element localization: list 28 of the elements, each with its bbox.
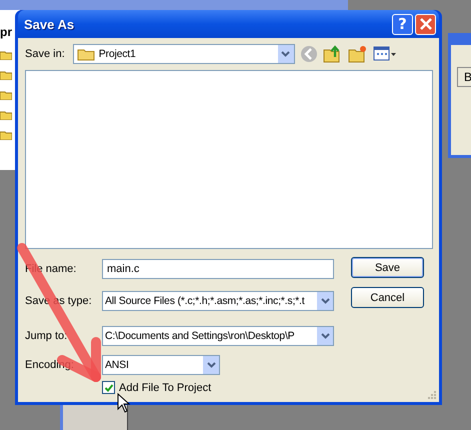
checkbox-label: Add File To Project — [119, 382, 212, 394]
file-name-field[interactable]: main.c — [102, 259, 334, 279]
mouse-cursor-icon — [117, 393, 131, 413]
folder-icon — [0, 110, 12, 120]
dropdown-field[interactable]: C:\Documents and Settings\ron\Desktop\P — [102, 326, 334, 346]
folder-icon — [0, 50, 12, 60]
folder-dropdown[interactable]: Project1 — [72, 44, 295, 64]
window-button[interactable]: B — [457, 67, 471, 87]
folder-icon — [0, 130, 12, 140]
resize-grip-icon[interactable] — [427, 390, 437, 400]
field-label: Save in: — [25, 48, 65, 60]
field-label: Jump to: — [25, 330, 68, 342]
folder-icon — [76, 47, 95, 61]
folder-icon — [0, 90, 12, 100]
close-button[interactable] — [415, 14, 436, 34]
window-title: Save As — [24, 16, 76, 32]
dropdown-field[interactable]: All Source Files (*.c;*.h;*.asm;*.as;*.inc;*.s;*.t — [102, 291, 334, 311]
folder-icon — [0, 70, 12, 80]
cancel-button[interactable]: Cancel — [351, 287, 424, 308]
close-icon — [420, 18, 432, 30]
new-folder-icon[interactable] — [348, 45, 368, 63]
window-panel — [60, 404, 128, 430]
help-button[interactable]: ? — [392, 14, 413, 34]
dropdown-field[interactable]: ANSI — [102, 355, 220, 375]
save-button[interactable]: Save — [351, 257, 424, 278]
window-text: pr — [0, 25, 12, 39]
checkbox[interactable] — [102, 381, 115, 394]
view-menu-icon[interactable] — [372, 46, 397, 62]
